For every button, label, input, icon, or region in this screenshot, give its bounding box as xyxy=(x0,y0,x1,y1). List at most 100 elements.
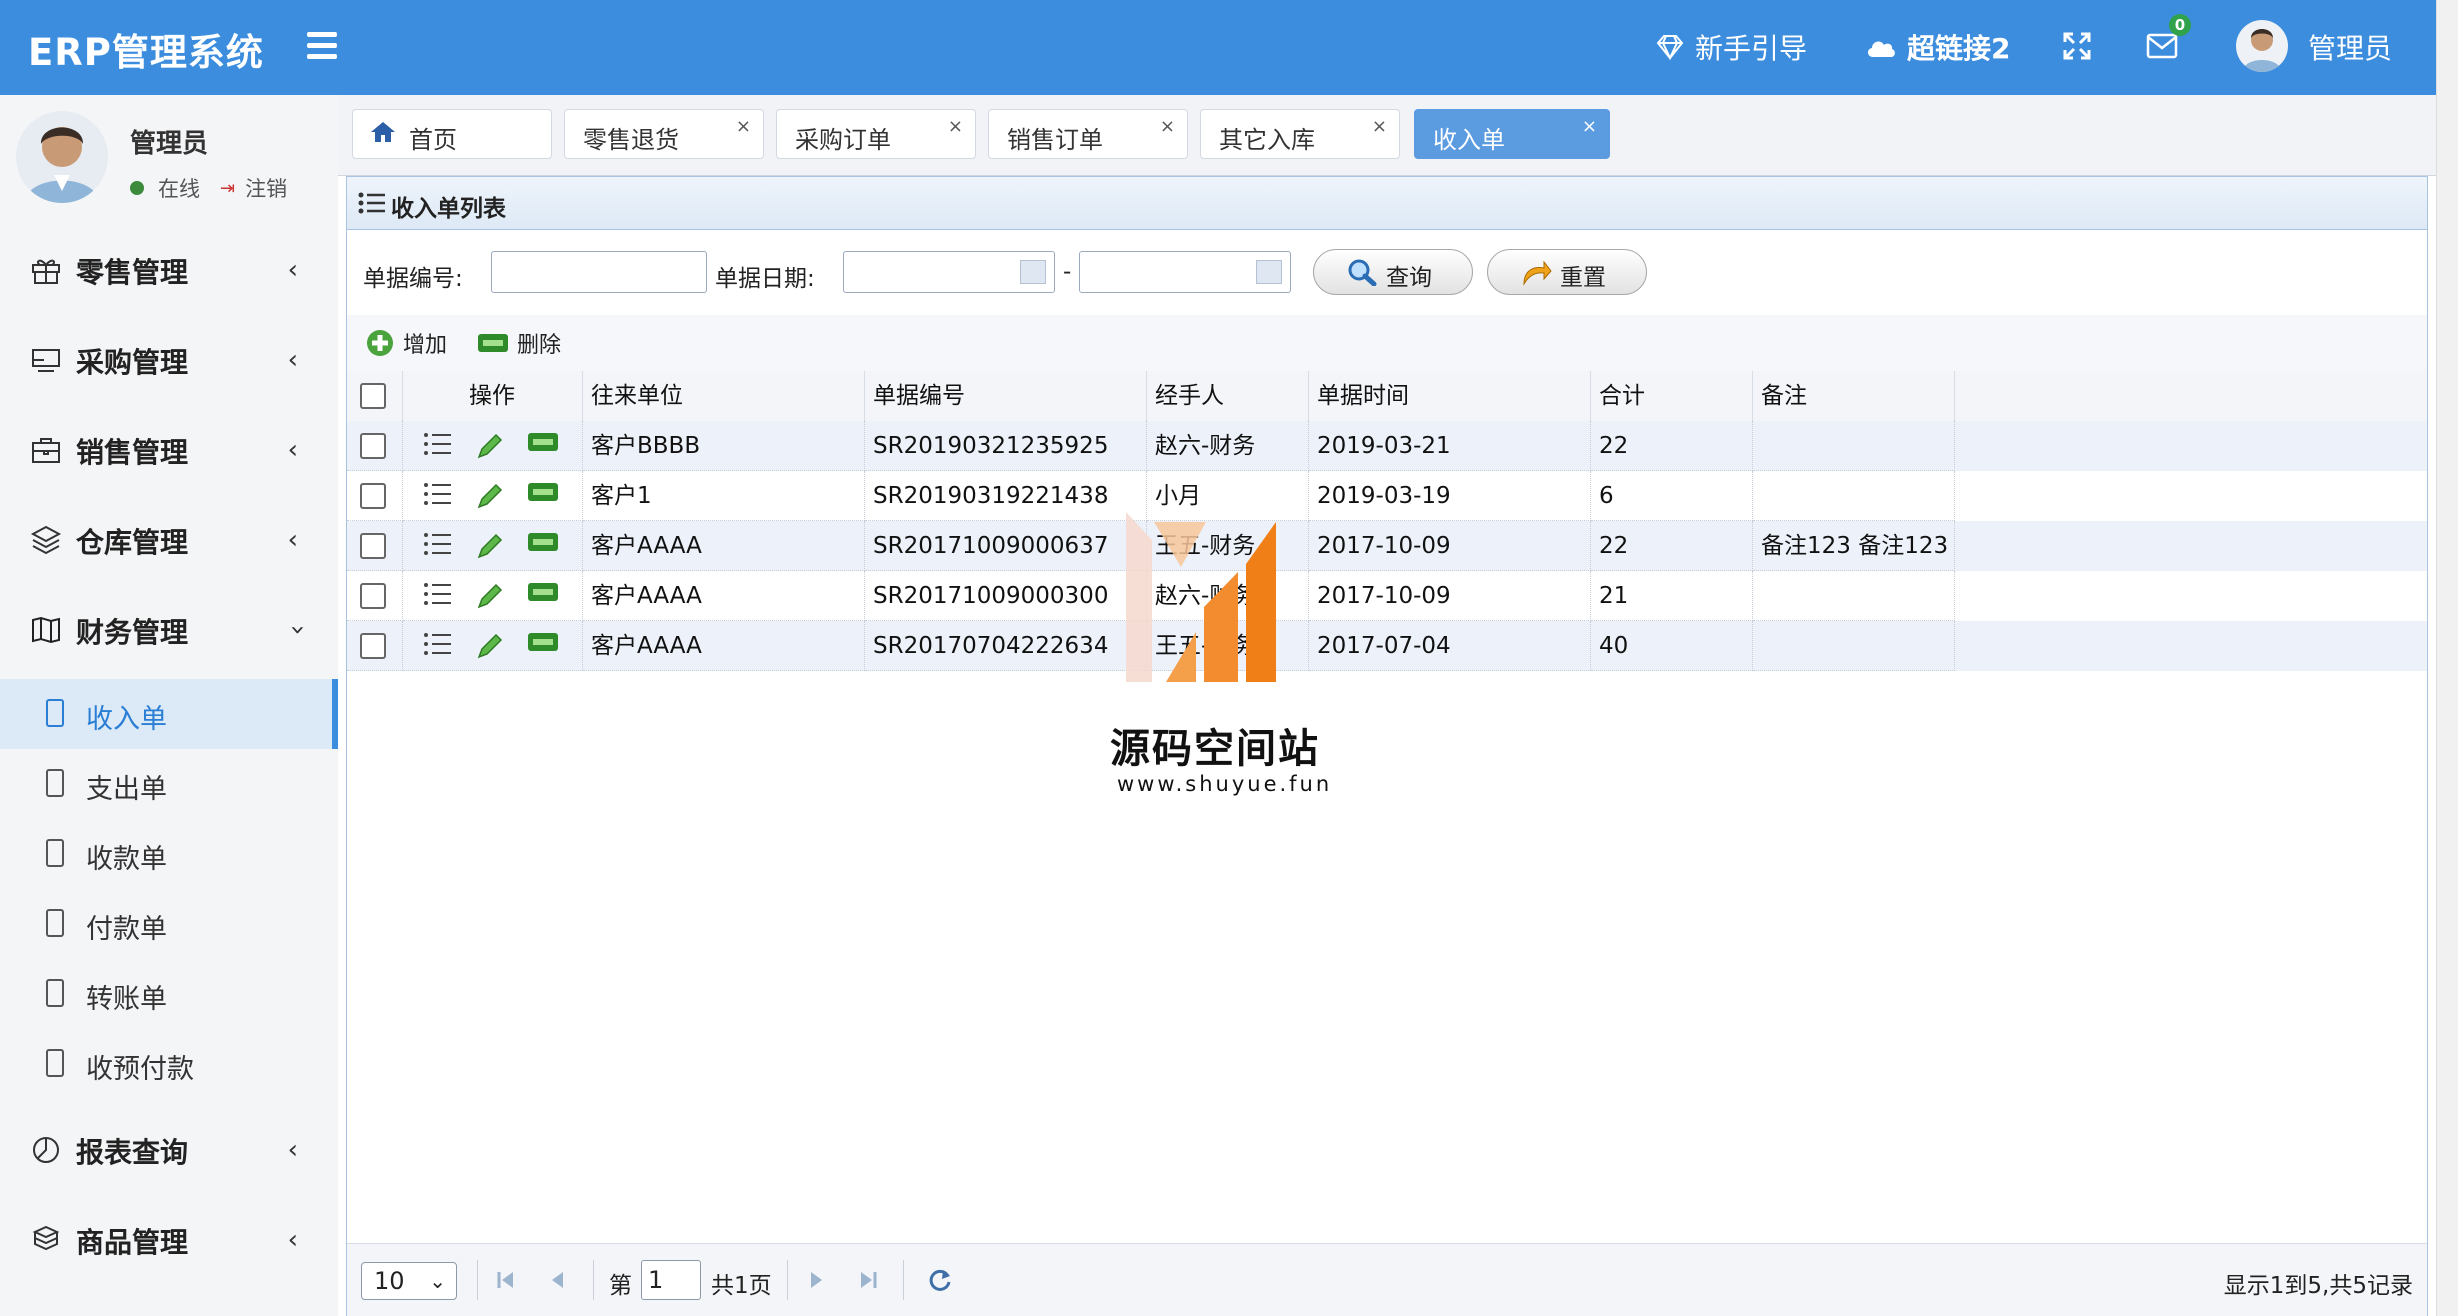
row-checkbox[interactable] xyxy=(360,433,386,459)
detail-icon[interactable] xyxy=(423,481,453,507)
app-logo[interactable]: ERP管理系统 xyxy=(28,22,264,76)
mail-icon[interactable] xyxy=(2146,33,2178,59)
first-page-icon[interactable] xyxy=(495,1269,517,1291)
detail-icon[interactable] xyxy=(423,581,453,607)
online-label: 在线 xyxy=(158,177,200,201)
delete-row-icon[interactable] xyxy=(527,581,559,603)
detail-icon[interactable] xyxy=(423,531,453,557)
reset-button[interactable]: 重置 xyxy=(1487,249,1647,295)
tab-purchase-order[interactable]: 采购订单 × xyxy=(776,109,976,159)
delete-row-icon[interactable] xyxy=(527,481,559,503)
refresh-icon[interactable] xyxy=(927,1267,953,1293)
menu-reports[interactable]: 报表查询 ‹ xyxy=(0,1105,338,1195)
row-checkbox[interactable] xyxy=(360,483,386,509)
tab-close-icon[interactable]: × xyxy=(1582,116,1597,137)
add-button[interactable]: 增加 xyxy=(365,327,447,359)
table-row[interactable]: 客户AAAA SR20170704222634 王五-财务 2017-07-04… xyxy=(347,621,2427,671)
menu-retail[interactable]: 零售管理 ‹ xyxy=(0,225,338,315)
delete-row-icon[interactable] xyxy=(527,631,559,653)
edit-icon[interactable] xyxy=(475,531,505,561)
cell-total: 22 xyxy=(1591,421,1753,471)
edit-icon[interactable] xyxy=(475,481,505,511)
monitor-icon xyxy=(32,349,60,372)
prev-page-icon[interactable] xyxy=(547,1269,569,1291)
tab-other-inbound[interactable]: 其它入库 × xyxy=(1200,109,1400,159)
detail-icon[interactable] xyxy=(423,631,453,657)
link2[interactable]: 超链接2 xyxy=(1865,27,2010,67)
number-input[interactable] xyxy=(491,251,707,293)
header-note[interactable]: 备注 xyxy=(1753,371,1955,421)
calendar-icon[interactable] xyxy=(1256,260,1282,284)
menu-purchase[interactable]: 采购管理 ‹ xyxy=(0,315,338,405)
calendar-icon[interactable] xyxy=(1020,260,1046,284)
tab-home[interactable]: 首页 xyxy=(352,109,552,159)
edit-icon[interactable] xyxy=(475,581,505,611)
header-avatar[interactable] xyxy=(2236,20,2288,72)
header-number[interactable]: 单据编号 xyxy=(865,371,1147,421)
cell-handler: 赵六-财务 xyxy=(1147,421,1309,471)
user-status: 在线 ⇥ 注销 xyxy=(130,173,287,203)
header-total[interactable]: 合计 xyxy=(1591,371,1753,421)
menu-finance[interactable]: 财务管理 ‹ xyxy=(0,585,338,675)
grid-toolbar: 增加 删除 xyxy=(347,315,2427,372)
next-page-icon[interactable] xyxy=(805,1269,827,1291)
tab-close-icon[interactable]: × xyxy=(948,116,963,137)
select-all-checkbox[interactable] xyxy=(360,383,386,409)
table-row[interactable]: 客户1 SR20190319221438 小月 2019-03-19 6 xyxy=(347,471,2427,521)
tab-retail-return[interactable]: 零售退货 × xyxy=(564,109,764,159)
edit-icon[interactable] xyxy=(475,431,505,461)
submenu-receipt[interactable]: 收款单 xyxy=(0,819,338,889)
header-date[interactable]: 单据时间 xyxy=(1309,371,1591,421)
menu-goods[interactable]: 商品管理 ‹ xyxy=(0,1195,338,1285)
tab-close-icon[interactable]: × xyxy=(1372,116,1387,137)
select-all-cell xyxy=(347,371,403,421)
submenu-payment[interactable]: 付款单 xyxy=(0,889,338,959)
tab-close-icon[interactable]: × xyxy=(736,116,751,137)
menu-toggle-icon[interactable] xyxy=(307,32,337,60)
doc-icon xyxy=(46,839,64,867)
edit-icon[interactable] xyxy=(475,631,505,661)
diamond-icon xyxy=(1656,35,1684,60)
header-unit[interactable]: 往来单位 xyxy=(583,371,865,421)
tab-income[interactable]: 收入单 × xyxy=(1414,109,1610,159)
user-avatar xyxy=(16,111,108,203)
submenu-transfer[interactable]: 转账单 xyxy=(0,959,338,1029)
menu-warehouse[interactable]: 仓库管理 ‹ xyxy=(0,495,338,585)
income-panel: 收入单列表 单据编号: 单据日期: - 查询 重置 增加 删除 操作 往来单位 … xyxy=(346,176,2428,1316)
fullscreen-icon[interactable] xyxy=(2063,32,2091,60)
page-size-value: 10 xyxy=(374,1267,405,1295)
delete-row-icon[interactable] xyxy=(527,431,559,453)
row-checkbox[interactable] xyxy=(360,583,386,609)
guide-link[interactable]: 新手引导 xyxy=(1655,27,1807,67)
detail-icon[interactable] xyxy=(423,431,453,457)
header-handler[interactable]: 经手人 xyxy=(1147,371,1309,421)
query-button[interactable]: 查询 xyxy=(1313,249,1473,295)
reset-label: 重置 xyxy=(1560,265,1606,291)
table-row[interactable]: 客户AAAA SR20171009000300 赵六-财务 2017-10-09… xyxy=(347,571,2427,621)
tab-sales-order[interactable]: 销售订单 × xyxy=(988,109,1188,159)
date-end-input[interactable] xyxy=(1079,251,1291,293)
date-start-input[interactable] xyxy=(843,251,1055,293)
submenu-income[interactable]: 收入单 xyxy=(0,679,338,749)
cell-total: 6 xyxy=(1591,471,1753,521)
delete-row-icon[interactable] xyxy=(527,531,559,553)
mail-count-badge: 0 xyxy=(2169,14,2191,36)
pager-separator xyxy=(903,1260,904,1300)
table-row[interactable]: 客户BBBB SR20190321235925 赵六-财务 2019-03-21… xyxy=(347,421,2427,471)
tab-close-icon[interactable]: × xyxy=(1160,116,1175,137)
table-row[interactable]: 客户AAAA SR20171009000637 王五-财务 2017-10-09… xyxy=(347,521,2427,571)
header-user-name[interactable]: 管理员 xyxy=(2308,27,2392,67)
page-size-select[interactable]: 10 ⌄ xyxy=(361,1262,457,1300)
row-checkbox[interactable] xyxy=(360,633,386,659)
guide-label: 新手引导 xyxy=(1695,32,1808,65)
menu-sales[interactable]: 销售管理 ‹ xyxy=(0,405,338,495)
page-scrollbar[interactable] xyxy=(2436,0,2458,1316)
delete-button[interactable]: 删除 xyxy=(477,327,561,359)
cell-number: SR20171009000300 xyxy=(865,571,1147,621)
submenu-expense[interactable]: 支出单 xyxy=(0,749,338,819)
row-checkbox[interactable] xyxy=(360,533,386,559)
submenu-advance[interactable]: 收预付款 xyxy=(0,1029,338,1099)
last-page-icon[interactable] xyxy=(857,1269,879,1291)
logout-link[interactable]: 注销 xyxy=(245,173,287,203)
page-number-input[interactable]: 1 xyxy=(641,1260,701,1300)
